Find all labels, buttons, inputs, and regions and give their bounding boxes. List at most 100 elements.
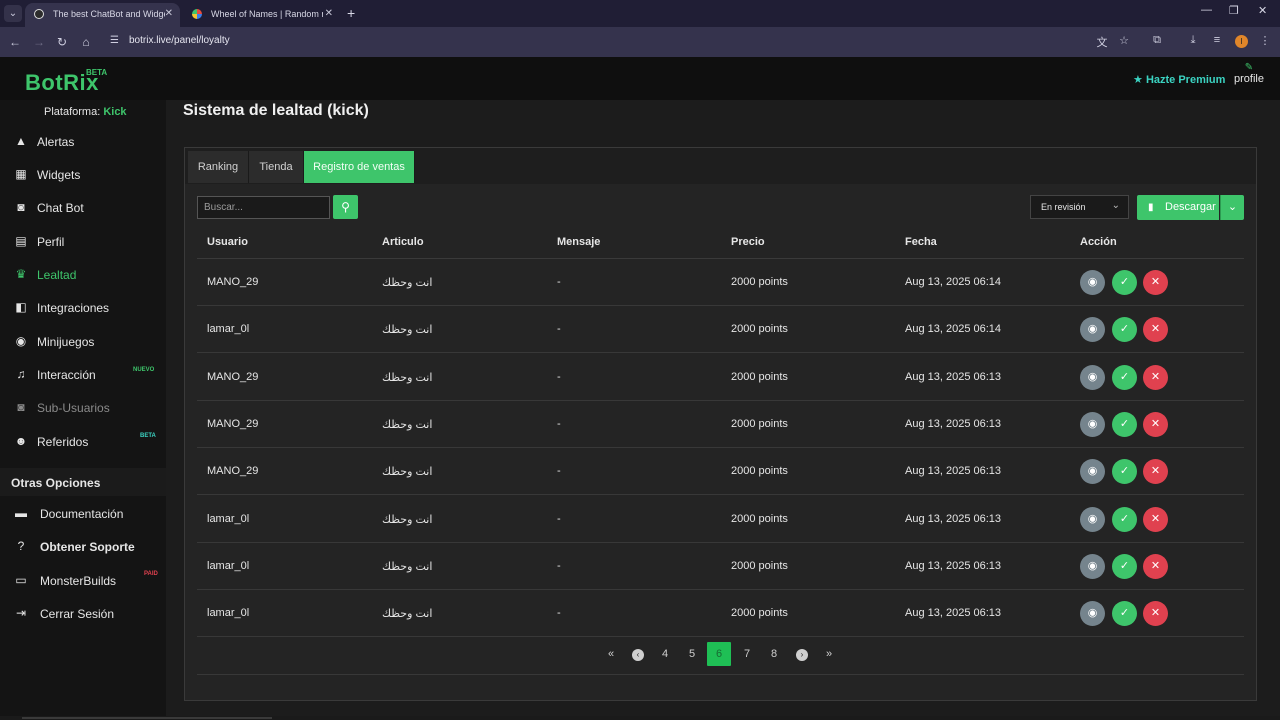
last-page-icon[interactable]: » bbox=[817, 642, 841, 666]
translate-icon[interactable]: 文 bbox=[1095, 34, 1109, 50]
approve-button[interactable]: ✓ bbox=[1112, 364, 1137, 390]
x-icon: ✕ bbox=[1150, 417, 1161, 430]
cell-price: 2000 points bbox=[731, 417, 788, 430]
reject-button[interactable]: ✕ bbox=[1143, 506, 1168, 532]
bookmark-star-icon[interactable]: ☆ bbox=[1117, 34, 1131, 47]
close-tab-icon[interactable]: ✕ bbox=[165, 3, 173, 25]
reject-button[interactable]: ✕ bbox=[1143, 364, 1168, 390]
approve-button[interactable]: ✓ bbox=[1112, 459, 1137, 485]
browser-tab-wheel[interactable]: Wheel of Names | Random name ✕ bbox=[183, 3, 340, 27]
column-header: Mensaje bbox=[557, 236, 601, 248]
restore-icon[interactable]: ❐ bbox=[1229, 4, 1239, 17]
horizontal-scrollbar[interactable] bbox=[0, 716, 1280, 720]
sidebar-item-alertas[interactable]: ▲ Alertas bbox=[0, 127, 166, 157]
panel-divider bbox=[197, 674, 1244, 675]
approve-button[interactable]: ✓ bbox=[1112, 317, 1137, 343]
reject-button[interactable]: ✕ bbox=[1143, 270, 1168, 295]
gamepad-icon: ◉ bbox=[15, 334, 27, 348]
cell-message: - bbox=[557, 559, 561, 572]
address-bar[interactable]: botrix.live/panel/loyalty bbox=[129, 35, 230, 46]
close-tab-icon[interactable]: ✕ bbox=[325, 3, 333, 25]
sidebar-item-referidos[interactable]: ☻ Referidos BETA bbox=[0, 427, 166, 457]
sidebar-item-sub-usuarios[interactable]: ◙ Sub-Usuarios bbox=[0, 393, 166, 423]
table-row: MANO_29 انت وحظك - 2000 points Aug 13, 2025 … bbox=[197, 354, 1244, 401]
tab-title: The best ChatBot and Widgets bbox=[53, 9, 165, 19]
tab-ranking[interactable]: Ranking bbox=[188, 151, 249, 183]
download-options-button[interactable]: ⌄ bbox=[1220, 195, 1244, 220]
sidebar-item-perfil[interactable]: ▤ Perfil bbox=[0, 227, 166, 257]
cell-item: انت وحظك bbox=[382, 371, 433, 384]
help-icon: ? bbox=[17, 539, 25, 553]
browser-tab-botrix[interactable]: The best ChatBot and Widgets ✕ bbox=[25, 3, 180, 27]
sidebar-item-chat-bot[interactable]: ◙ Chat Bot bbox=[0, 193, 166, 223]
check-icon: ✓ bbox=[1119, 323, 1130, 336]
view-button[interactable]: ◉ bbox=[1080, 411, 1105, 437]
approve-button[interactable]: ✓ bbox=[1112, 411, 1137, 437]
search-input[interactable] bbox=[197, 196, 330, 219]
platform-indicator: Plataforma: Kick bbox=[44, 106, 127, 118]
page-5[interactable]: 5 bbox=[680, 642, 704, 666]
minimize-icon[interactable]: — bbox=[1201, 4, 1212, 16]
eye-icon: ◉ bbox=[1087, 559, 1098, 572]
sidebar-item-cerrar-sesion[interactable]: ⇥ Cerrar Sesión bbox=[0, 599, 166, 629]
table-row: MANO_29 انت وحظك - 2000 points Aug 13, 2025 … bbox=[197, 448, 1244, 496]
cell-user: MANO_29 bbox=[207, 370, 259, 383]
page-7[interactable]: 7 bbox=[735, 642, 759, 666]
view-button[interactable]: ◉ bbox=[1080, 459, 1105, 485]
view-button[interactable]: ◉ bbox=[1080, 506, 1105, 532]
sidebar-item-soporte[interactable]: ? Obtener Soporte bbox=[0, 532, 166, 562]
new-tab-icon[interactable]: + bbox=[347, 3, 355, 23]
browser-menu-icon[interactable]: ⋮ bbox=[1258, 34, 1272, 47]
reject-button[interactable]: ✕ bbox=[1143, 317, 1168, 343]
prev-page-icon[interactable]: ‹ bbox=[626, 642, 650, 666]
reject-button[interactable]: ✕ bbox=[1143, 411, 1168, 437]
robot-icon: ◙ bbox=[17, 200, 25, 214]
back-icon[interactable]: ← bbox=[7, 33, 23, 51]
sidebar-item-monsterbuilds[interactable]: ▭ MonsterBuilds PAID bbox=[0, 566, 166, 596]
cell-message: - bbox=[557, 370, 561, 383]
download-button[interactable]: ▮ Descargar bbox=[1137, 195, 1219, 220]
chevron-down-icon: ⌄ bbox=[1227, 201, 1238, 213]
cell-price: 2000 points bbox=[731, 465, 788, 478]
first-page-icon[interactable]: « bbox=[599, 642, 623, 666]
window-close-icon[interactable]: ✕ bbox=[1258, 4, 1267, 17]
premium-button[interactable]: ★ Hazte Premium bbox=[1133, 73, 1225, 86]
media-icon[interactable]: ≡ bbox=[1210, 34, 1224, 46]
next-page-icon[interactable]: › bbox=[790, 642, 814, 666]
approve-button[interactable]: ✓ bbox=[1112, 506, 1137, 532]
reject-button[interactable]: ✕ bbox=[1143, 459, 1168, 485]
cell-date: Aug 13, 2025 06:13 bbox=[905, 559, 1002, 572]
sidebar-item-lealtad[interactable]: ♛ Lealtad bbox=[0, 260, 166, 290]
approve-button[interactable]: ✓ bbox=[1112, 553, 1137, 579]
download-icon[interactable]: ⤓ bbox=[1186, 34, 1200, 47]
tab-tienda[interactable]: Tienda bbox=[249, 151, 304, 183]
reject-button[interactable]: ✕ bbox=[1143, 553, 1168, 579]
view-button[interactable]: ◉ bbox=[1080, 553, 1105, 579]
tab-search-button[interactable]: ⌄ bbox=[4, 5, 22, 22]
reject-button[interactable]: ✕ bbox=[1143, 601, 1168, 627]
view-button[interactable]: ◉ bbox=[1080, 601, 1105, 627]
view-button[interactable]: ◉ bbox=[1080, 364, 1105, 390]
page-4[interactable]: 4 bbox=[653, 642, 677, 666]
page-8[interactable]: 8 bbox=[762, 642, 786, 666]
sidebar-item-interaccion[interactable]: ♫ Interacción NUEVO bbox=[0, 360, 166, 390]
approve-button[interactable]: ✓ bbox=[1112, 270, 1137, 295]
approve-button[interactable]: ✓ bbox=[1112, 601, 1137, 627]
forward-icon[interactable]: → bbox=[31, 33, 47, 51]
extensions-icon[interactable]: ⧉ bbox=[1150, 34, 1164, 47]
sidebar-item-documentacion[interactable]: ▬ Documentación bbox=[0, 499, 166, 529]
browser-profile-avatar[interactable]: I bbox=[1235, 35, 1248, 48]
sidebar-item-widgets[interactable]: ▦ Widgets bbox=[0, 160, 166, 190]
home-icon[interactable]: ⌂ bbox=[78, 33, 94, 51]
sidebar-item-integraciones[interactable]: ◧ Integraciones bbox=[0, 293, 166, 323]
status-filter-select[interactable]: En revisión ⌄ bbox=[1030, 195, 1129, 219]
view-button[interactable]: ◉ bbox=[1080, 317, 1105, 343]
tab-registro-ventas[interactable]: Registro de ventas bbox=[304, 151, 415, 183]
search-button[interactable]: ⚲ bbox=[333, 195, 358, 219]
sidebar-item-minijuegos[interactable]: ◉ Minijuegos bbox=[0, 327, 166, 357]
view-button[interactable]: ◉ bbox=[1080, 270, 1105, 295]
page-6-current[interactable]: 6 bbox=[707, 642, 731, 666]
reload-icon[interactable]: ↻ bbox=[54, 33, 70, 51]
profile-link[interactable]: ✎ profile bbox=[1233, 63, 1265, 86]
site-settings-icon[interactable]: ☰ bbox=[110, 35, 119, 46]
